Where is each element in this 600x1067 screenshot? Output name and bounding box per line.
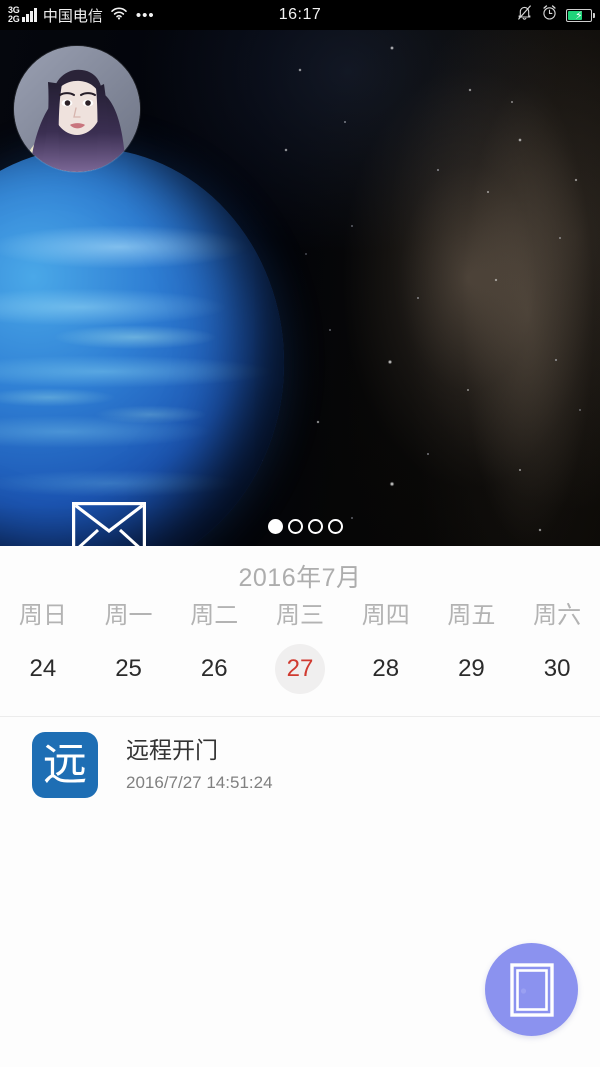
avatar[interactable] bbox=[14, 46, 140, 172]
door-icon bbox=[509, 962, 554, 1017]
calendar-strip: 2016年7月 周日 24 周一 25 周二 26 周三 27 周四 28 周五… bbox=[0, 546, 600, 694]
calendar-day-2[interactable]: 周二 26 bbox=[171, 604, 257, 694]
calendar-date[interactable]: 30 bbox=[532, 644, 582, 694]
hero-banner[interactable] bbox=[0, 30, 600, 546]
list-item-timestamp: 2016/7/27 14:51:24 bbox=[126, 772, 273, 792]
open-door-fab[interactable] bbox=[485, 943, 578, 1036]
app-icon: 远 bbox=[32, 732, 98, 798]
calendar-week-grid: 周日 24 周一 25 周二 26 周三 27 周四 28 周五 29 周六 3… bbox=[0, 604, 600, 694]
calendar-date[interactable]: 25 bbox=[104, 644, 154, 694]
record-list: 远 远程开门 2016/7/27 14:51:24 bbox=[0, 716, 600, 813]
envelope-icon[interactable] bbox=[72, 502, 146, 546]
calendar-weekday-label: 周五 bbox=[447, 602, 496, 629]
calendar-date[interactable]: 28 bbox=[361, 644, 411, 694]
list-item-title: 远程开门 bbox=[126, 737, 218, 763]
calendar-date[interactable]: 29 bbox=[446, 644, 496, 694]
calendar-month-label: 2016年7月 bbox=[238, 564, 362, 592]
charging-bolt-icon: ⚡ bbox=[575, 9, 583, 22]
calendar-weekday-label: 周三 bbox=[275, 602, 324, 629]
list-item-text: 远程开门 2016/7/27 14:51:24 bbox=[126, 737, 273, 793]
calendar-day-6[interactable]: 周六 30 bbox=[514, 604, 600, 694]
calendar-day-5[interactable]: 周五 29 bbox=[429, 604, 515, 694]
app-root: 3G 2G 中国电信 ••• 16:17 ⚡ 2016年7月 周日 24 周一 … bbox=[0, 0, 600, 1067]
calendar-date[interactable]: 24 bbox=[18, 644, 68, 694]
calendar-weekday-label: 周一 bbox=[104, 602, 153, 629]
battery-charging-icon: ⚡ bbox=[566, 8, 595, 22]
calendar-weekday-label: 周六 bbox=[533, 602, 582, 629]
list-item[interactable]: 远 远程开门 2016/7/27 14:51:24 bbox=[0, 717, 600, 813]
calendar-day-1[interactable]: 周一 25 bbox=[86, 604, 172, 694]
pager-dot[interactable] bbox=[288, 519, 303, 534]
calendar-weekday-label: 周四 bbox=[361, 602, 410, 629]
status-bar-clock: 16:17 bbox=[278, 6, 322, 23]
calendar-weekday-label: 周日 bbox=[18, 602, 67, 629]
pager-dot[interactable] bbox=[268, 519, 283, 534]
carousel-pager[interactable] bbox=[268, 519, 343, 534]
calendar-date[interactable]: 26 bbox=[189, 644, 239, 694]
pager-dot[interactable] bbox=[308, 519, 323, 534]
calendar-day-3-selected[interactable]: 周三 27 bbox=[257, 604, 343, 694]
calendar-date-selected[interactable]: 27 bbox=[274, 644, 325, 694]
calendar-day-0[interactable]: 周日 24 bbox=[0, 604, 86, 694]
calendar-day-4[interactable]: 周四 28 bbox=[343, 604, 429, 694]
calendar-weekday-label: 周二 bbox=[190, 602, 239, 629]
status-bar: 3G 2G 中国电信 ••• 16:17 ⚡ bbox=[0, 0, 600, 30]
pager-dot[interactable] bbox=[328, 519, 343, 534]
